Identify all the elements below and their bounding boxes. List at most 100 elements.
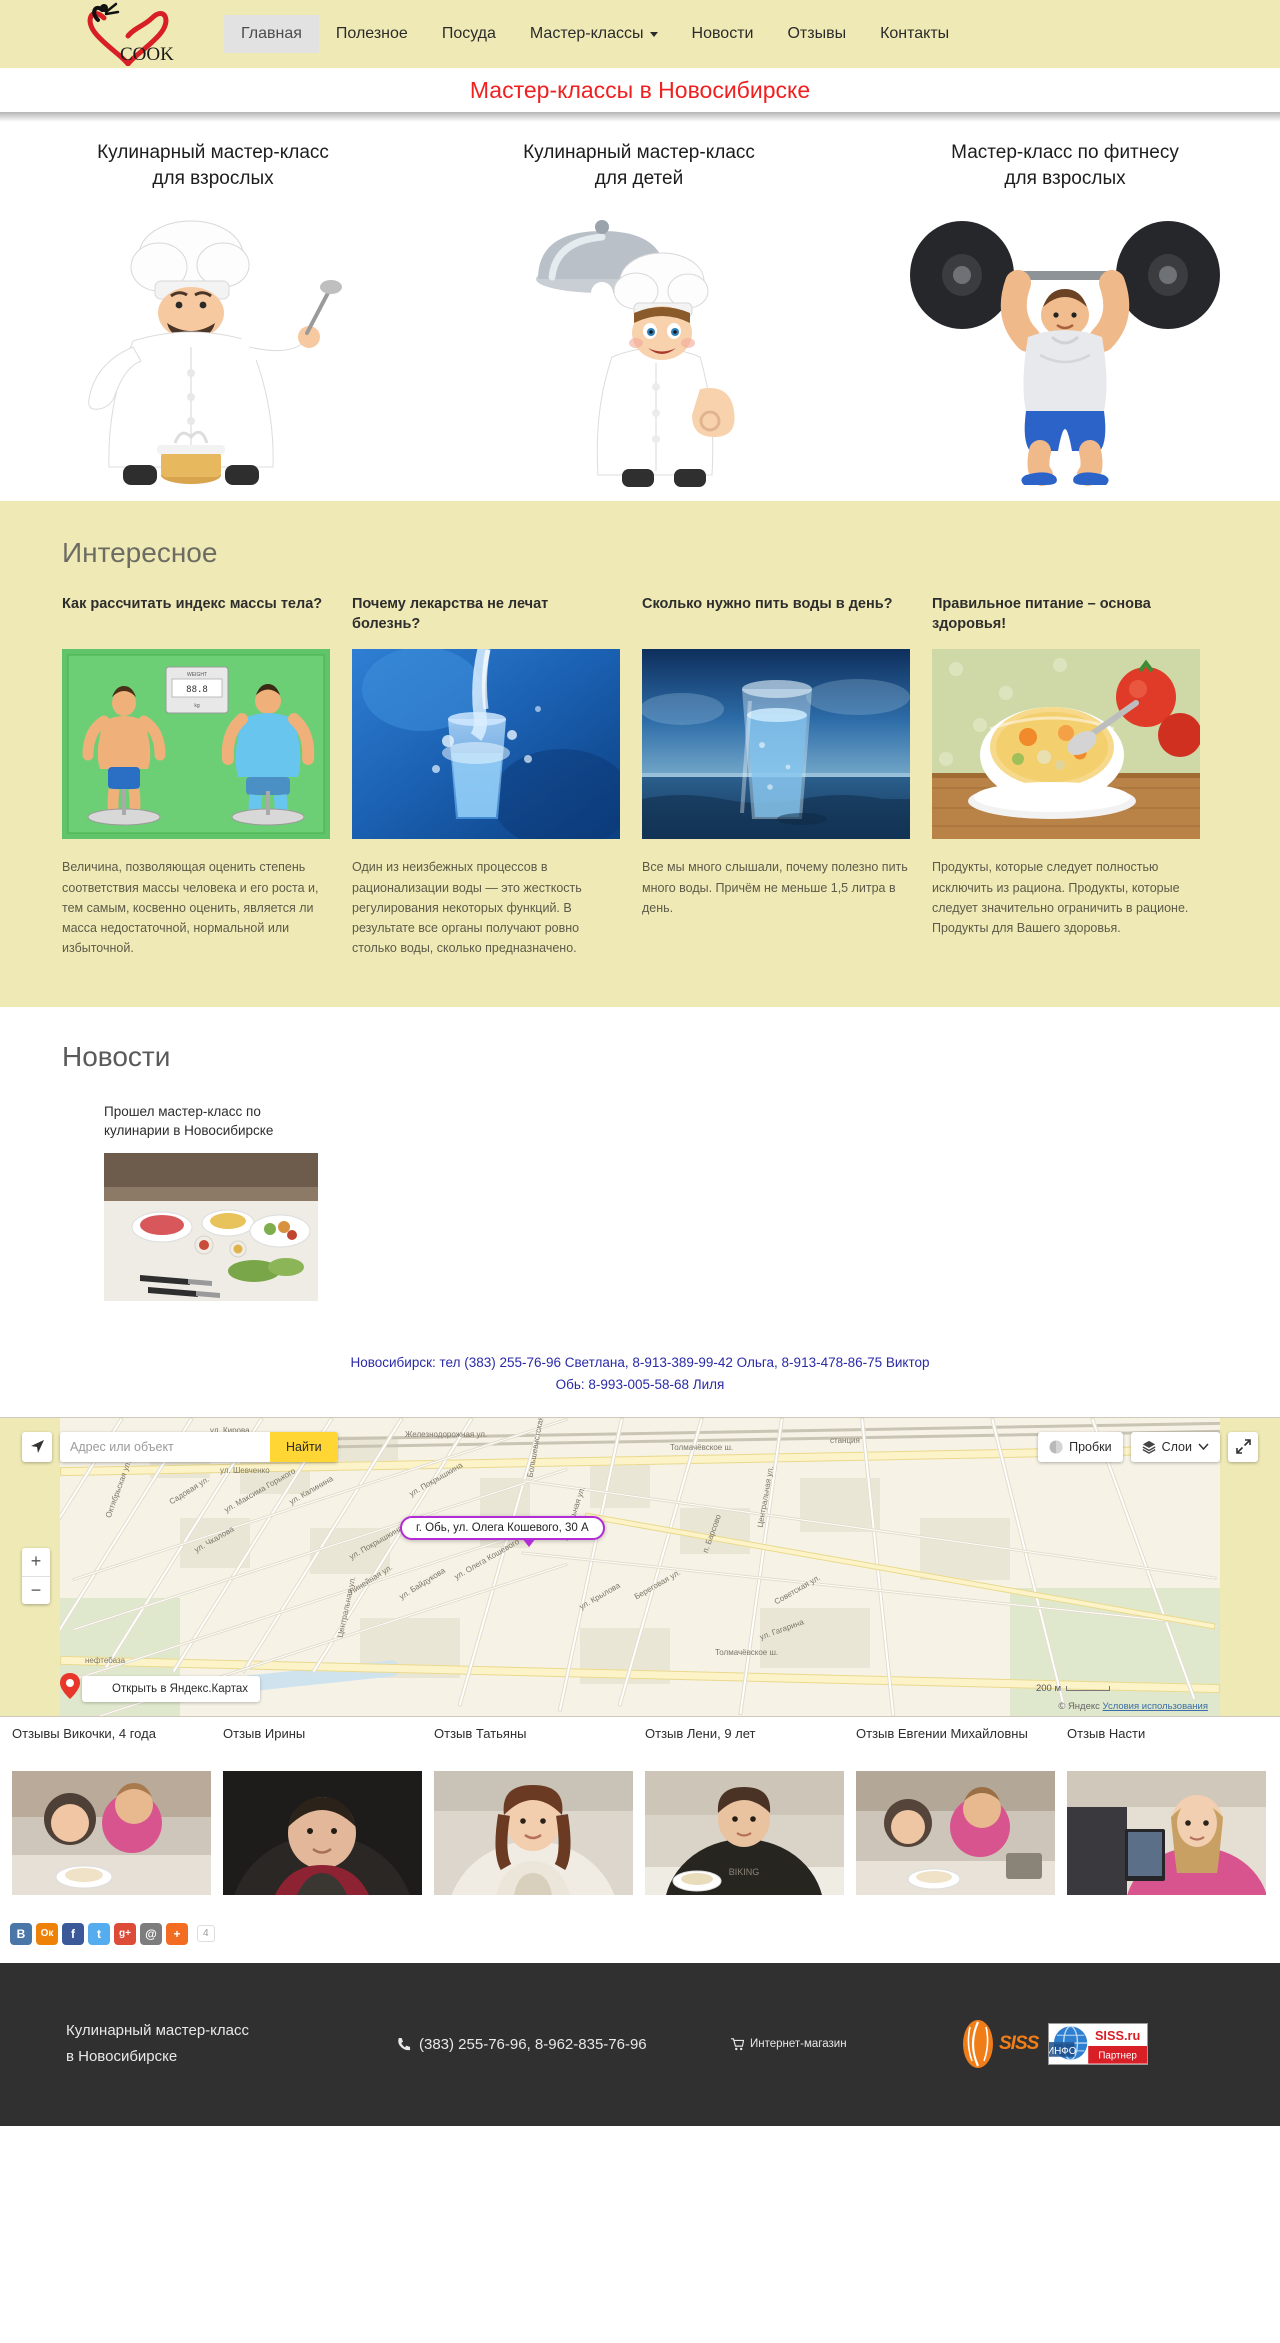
site-footer: Кулинарный мастер-класс в Новосибирске (… (0, 1962, 1280, 2126)
site-logo[interactable]: COOK (82, 2, 202, 66)
review-title[interactable]: Отзыв Татьяны (434, 1725, 633, 1763)
nav-item-posuda[interactable]: Посуда (425, 15, 513, 52)
map-scale-label: 200 м (1035, 1682, 1061, 1694)
article-card-bmi: Как рассчитать индекс массы тела? 88.8 W… (62, 595, 330, 971)
article-title[interactable]: Как рассчитать индекс массы тела? (62, 595, 330, 635)
news-item: Прошел мастер-класс по кулинарии в Новос… (104, 1103, 324, 1301)
master-class-card-fitness[interactable]: Мастер-класс по фитнесу для взрослых (852, 140, 1278, 497)
map-right-gutter (1220, 1417, 1280, 1716)
map-street-label: п. Барсово (700, 1513, 723, 1554)
article-thumbnail-bmi[interactable]: 88.8 WEIGHT kg (62, 649, 330, 840)
news-item-thumbnail[interactable] (104, 1152, 318, 1301)
review-photo[interactable] (1067, 1770, 1266, 1895)
fitness-illustration (862, 197, 1268, 497)
map-street-label: ул. Олега Кошевого (452, 1536, 521, 1582)
map-layers-menu[interactable]: Слои (1130, 1431, 1220, 1462)
review-title[interactable]: Отзыв Ирины (223, 1725, 422, 1763)
map-address-balloon[interactable]: г. Обь, ул. Олега Кошевого, 30 А (400, 1515, 605, 1547)
share-vk-button[interactable]: В (10, 1922, 32, 1945)
map-zoom-in-button[interactable]: + (22, 1547, 50, 1576)
map-street-label: Железнодорожная ул. (405, 1429, 488, 1439)
map-street-label: ул. Покрышкина (407, 1460, 465, 1499)
map-street-label: ул. Калинина (287, 1473, 335, 1507)
review-title[interactable]: Отзывы Викочки, 4 года (12, 1725, 211, 1763)
review-photo[interactable] (856, 1770, 1055, 1895)
nav-item-poleznoe[interactable]: Полезное (319, 15, 425, 52)
article-card-water-amount: Сколько нужно пить воды в день? Все мы м… (642, 595, 910, 971)
map-traffic-toggle[interactable]: Пробки (1038, 1431, 1123, 1462)
article-description: Один из неизбежных процессов в рационали… (352, 860, 582, 956)
chef-adult-illustration (10, 197, 416, 497)
open-in-yandex-label: Открыть в Яндекс.Картах (112, 1682, 249, 1695)
review-card-irina: Отзыв Ирины (217, 1725, 428, 1895)
logo-wordmark: COOK (120, 44, 174, 65)
share-google-plus-button[interactable]: g+ (114, 1922, 136, 1945)
review-title[interactable]: Отзыв Евгении Михайловны (856, 1725, 1055, 1763)
share-odnoklassniki-button[interactable]: Ок (36, 1922, 58, 1945)
nav-item-kontakty[interactable]: Контакты (863, 15, 966, 52)
article-thumbnail-water-pour[interactable] (352, 649, 620, 840)
share-facebook-button[interactable]: f (62, 1922, 84, 1945)
article-title[interactable]: Правильное питание – основа здоровья! (932, 595, 1200, 635)
review-title[interactable]: Отзыв Лени, 9 лет (645, 1725, 844, 1763)
footer-phone-number: (383) 255-76-96, 8-962-835-76-96 (419, 2035, 647, 2053)
siss-bean-icon (963, 2020, 993, 2069)
share-twitter-button[interactable]: t (88, 1922, 110, 1945)
layers-stack-icon (1142, 1440, 1156, 1454)
geolocation-button[interactable] (22, 1431, 52, 1462)
chef-child-illustration (436, 197, 842, 497)
article-thumbnail-soup[interactable] (932, 649, 1200, 840)
footer-phone: (383) 255-76-96, 8-962-835-76-96 (396, 2036, 731, 2053)
nav-item-glavnaya[interactable]: Главная (224, 15, 319, 53)
news-item-title[interactable]: Прошел мастер-класс по кулинарии в Новос… (104, 1103, 324, 1141)
nav-item-otzyvy[interactable]: Отзывы (770, 15, 863, 52)
master-class-title[interactable]: Мастер-класс по фитнесу для взрослых (862, 140, 1268, 191)
svg-text:88.8: 88.8 (186, 685, 208, 695)
map-find-button[interactable]: Найти (270, 1431, 338, 1462)
master-class-card-kids-cooking[interactable]: Кулинарный мастер-класс для детей (426, 140, 852, 497)
article-thumbnail-glass-sea[interactable] (642, 649, 910, 840)
interesting-section: Интересное Как рассчитать индекс массы т… (0, 501, 1280, 1008)
master-class-title[interactable]: Кулинарный мастер-класс для детей (436, 140, 842, 191)
map-street-label: Толмачёвское ш. (670, 1442, 734, 1452)
heart-cook-logo-icon: COOK (87, 2, 174, 66)
map-street-label: Большевистская ул. (525, 1417, 548, 1479)
review-photo[interactable] (223, 1770, 422, 1895)
article-title[interactable]: Сколько нужно пить воды в день? (642, 595, 910, 635)
map-street-label: ул. Чкалова (192, 1524, 236, 1555)
share-email-button[interactable]: @ (140, 1922, 162, 1945)
share-more-button[interactable]: + (166, 1922, 188, 1945)
nav-label-master-klassy: Мастер-классы (529, 25, 644, 43)
map-zoom-out-button[interactable]: − (22, 1575, 50, 1604)
open-in-yandex-maps-button[interactable]: Открыть в Яндекс.Картах (60, 1672, 261, 1702)
footer-partner-logos: SISS ИНФО SISS.ru Партнер (961, 2019, 1149, 2069)
traffic-circle-icon (1049, 1440, 1063, 1454)
master-class-card-adult-cooking[interactable]: Кулинарный мастер-класс для взрослых (0, 140, 426, 497)
siss-logo[interactable]: SISS (961, 2019, 1039, 2069)
map-street-label: ул. Гагарина (758, 1617, 805, 1642)
mc-title-line1: Мастер-класс по фитнесу (951, 142, 1179, 163)
map-canvas[interactable]: ул. Кирова ул. Шевченко ул. Максима Горько… (60, 1417, 1220, 1716)
nav-item-master-klassy[interactable]: Мастер-классы (513, 15, 675, 52)
map-traffic-label: Пробки (1069, 1439, 1112, 1454)
master-class-title[interactable]: Кулинарный мастер-класс для взрослых (10, 140, 416, 191)
nav-item-novosti[interactable]: Новости (675, 15, 771, 52)
article-description: Продукты, которые следует полностью искл… (932, 860, 1189, 936)
partner-info-text: ИНФО (1049, 2046, 1077, 2057)
siss-partner-badge[interactable]: ИНФО SISS.ru Партнер (1048, 2023, 1149, 2066)
map-terms-link[interactable]: Условия использования (1103, 1701, 1208, 1712)
review-photo[interactable] (434, 1770, 633, 1895)
article-title[interactable]: Почему лекарства не лечат болезнь? (352, 595, 620, 635)
reviews-section: Отзывы Викочки, 4 года Отзыв Ирины Отзыв… (0, 1716, 1280, 1911)
footer-shop-link[interactable]: Интернет-магазин (731, 2038, 961, 2051)
main-navigation: Главная Полезное Посуда Мастер-классы Но… (224, 0, 966, 68)
review-photo[interactable] (12, 1770, 211, 1895)
map-search-input[interactable] (60, 1431, 270, 1462)
shopping-cart-icon (731, 2038, 744, 2050)
map-fullscreen-button[interactable] (1228, 1431, 1258, 1462)
yandex-map-widget[interactable]: ул. Кирова ул. Шевченко ул. Максима Горько… (0, 1416, 1280, 1717)
map-street-label: Садовая ул. (167, 1474, 211, 1507)
review-photo[interactable]: BIKING (645, 1770, 844, 1895)
share-count-badge: 4 (197, 1925, 215, 1943)
review-title[interactable]: Отзыв Насти (1067, 1725, 1266, 1763)
